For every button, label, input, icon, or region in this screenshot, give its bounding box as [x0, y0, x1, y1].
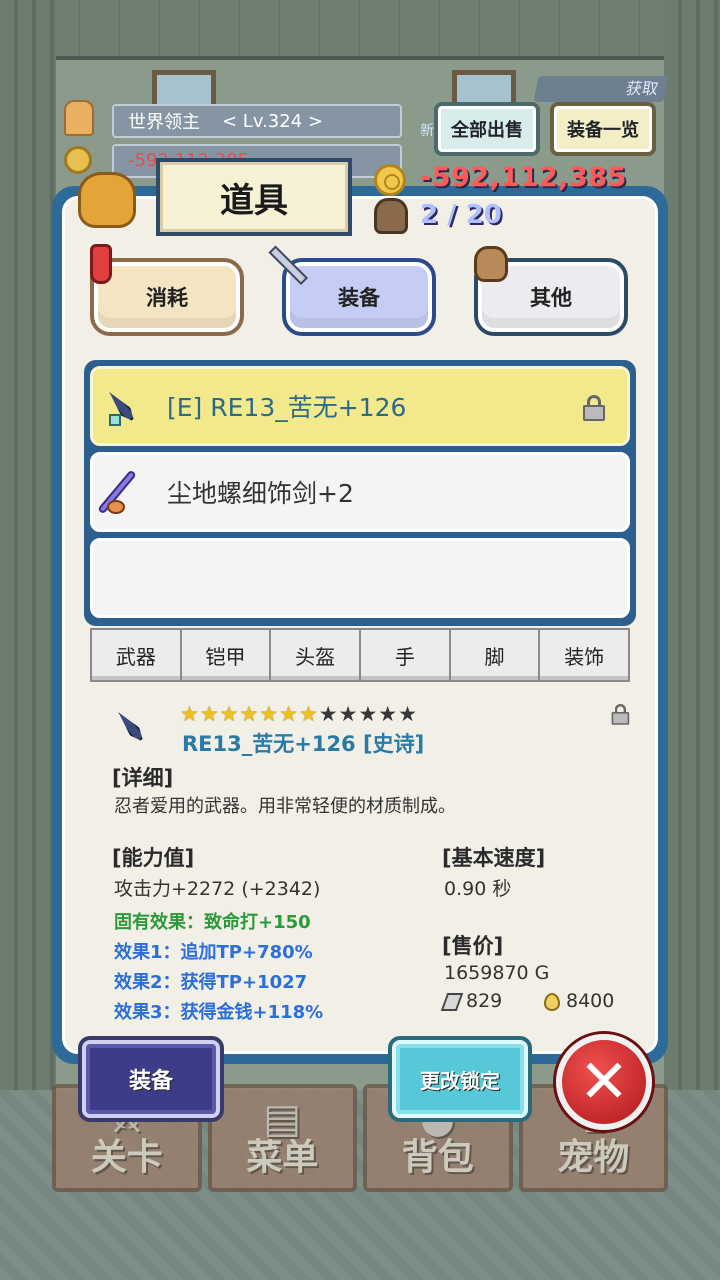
star-icon: ★ [398, 702, 417, 726]
sell-all-button[interactable]: 全部出售 [434, 102, 540, 156]
book-icon: ▤ [263, 1096, 302, 1142]
change-lock-button[interactable]: 更改锁定 [392, 1040, 528, 1118]
slot-tab-weapon[interactable]: 武器 [90, 628, 180, 682]
rapier-icon [97, 469, 153, 515]
slot-tab-accessory[interactable]: 装饰 [538, 628, 631, 682]
star-icon: ★ [338, 702, 358, 726]
potion-icon [90, 244, 112, 284]
price-value: 1659870 G [444, 962, 550, 984]
drop-icon [544, 992, 560, 1011]
close-button[interactable]: ✕ [556, 1034, 652, 1130]
inherent-effect: 固有效果：致命打+150 [114, 912, 311, 933]
speed-value: 0.90 秒 [444, 878, 512, 900]
item-description: 忍者爱用的武器。用非常轻便的材质制成。 [114, 796, 456, 817]
slot-tab-foot[interactable]: 脚 [448, 628, 539, 682]
tab-equipment[interactable]: 装备 [282, 258, 436, 336]
slot-tab-hand[interactable]: 手 [359, 628, 449, 682]
item-row-rapier[interactable]: 尘地螺细饰剑+2 [90, 452, 630, 532]
gold-coin-icon [374, 164, 406, 196]
stone-cost: 829 [440, 990, 502, 1012]
stats-label: [能力值] [112, 846, 195, 870]
equipment-list-button[interactable]: 装备一览 [550, 102, 656, 156]
background-pillar-right [664, 0, 720, 1090]
effect-1: 效果1：追加TP+780% [114, 942, 313, 963]
star-icon: ★ [378, 702, 398, 726]
star-icon: ★ [180, 702, 199, 726]
nav-tab-menu[interactable]: ▤ 菜单 [207, 1084, 357, 1192]
slot-tab-armor[interactable]: 铠甲 [179, 628, 270, 682]
sack-icon [474, 246, 508, 282]
item-list: [E] RE13_苦无+126 尘地螺细饰剑+2 [84, 360, 636, 626]
acquire-badge: 获取 [533, 76, 669, 102]
bag-icon [78, 172, 136, 228]
star-icon: ★ [219, 702, 239, 726]
equipment-slot-tabs: 武器 铠甲 头盔 手 脚 装饰 [90, 628, 631, 682]
drop-cost: 8400 [544, 990, 614, 1012]
star-icon: ★ [199, 702, 219, 726]
close-icon: ✕ [578, 1047, 630, 1117]
star-icon: ★ [318, 702, 338, 726]
star-icon: ★ [239, 702, 259, 726]
boss-info: 世界领主 < Lv.324 > [112, 104, 402, 138]
attack-stat: 攻击力+2272 (+2342) [114, 878, 321, 900]
star-icon: ★ [259, 702, 279, 726]
item-name: 尘地螺细饰剑+2 [167, 479, 354, 508]
star-icon: ★ [279, 702, 298, 726]
effect-3: 效果3：获得金钱+118% [114, 1002, 324, 1023]
gold-amount: -592,112,385 [420, 162, 627, 193]
background-top-beam [0, 0, 720, 60]
price-label: [售价] [442, 934, 504, 958]
detail-label: [详细] [112, 766, 174, 790]
bag-capacity: 2 / 20 [420, 200, 502, 230]
kunai-icon [109, 384, 153, 428]
tab-consumables[interactable]: 消耗 [90, 258, 244, 336]
equip-button[interactable]: 装备 [82, 1040, 220, 1118]
dialog-title: 道具 [156, 158, 352, 236]
kunai-icon [118, 704, 162, 748]
rarity-stars: ★ ★ ★ ★ ★ ★ ★ ★ ★ ★ ★ ★ [180, 702, 417, 726]
item-row-kunai[interactable]: [E] RE13_苦无+126 [90, 366, 630, 446]
speed-label: [基本速度] [442, 846, 546, 870]
lock-icon [611, 704, 630, 725]
item-name: [E] RE13_苦无+126 [167, 393, 407, 422]
player-avatar-icon [64, 100, 94, 136]
star-icon: ★ [358, 702, 378, 726]
slot-tab-helmet[interactable]: 头盔 [269, 628, 360, 682]
background-pillar-left [0, 0, 56, 1090]
detail-item-name: RE13_苦无+126 [史诗] [182, 732, 425, 756]
backpack-icon [374, 198, 408, 234]
coin-icon [64, 146, 92, 174]
lock-icon [583, 395, 605, 421]
effect-2: 效果2：获得TP+1027 [114, 972, 308, 993]
star-icon: ★ [298, 702, 318, 726]
item-row-empty[interactable] [90, 538, 630, 618]
new-label: 新 [420, 123, 434, 139]
stone-icon [440, 992, 464, 1011]
